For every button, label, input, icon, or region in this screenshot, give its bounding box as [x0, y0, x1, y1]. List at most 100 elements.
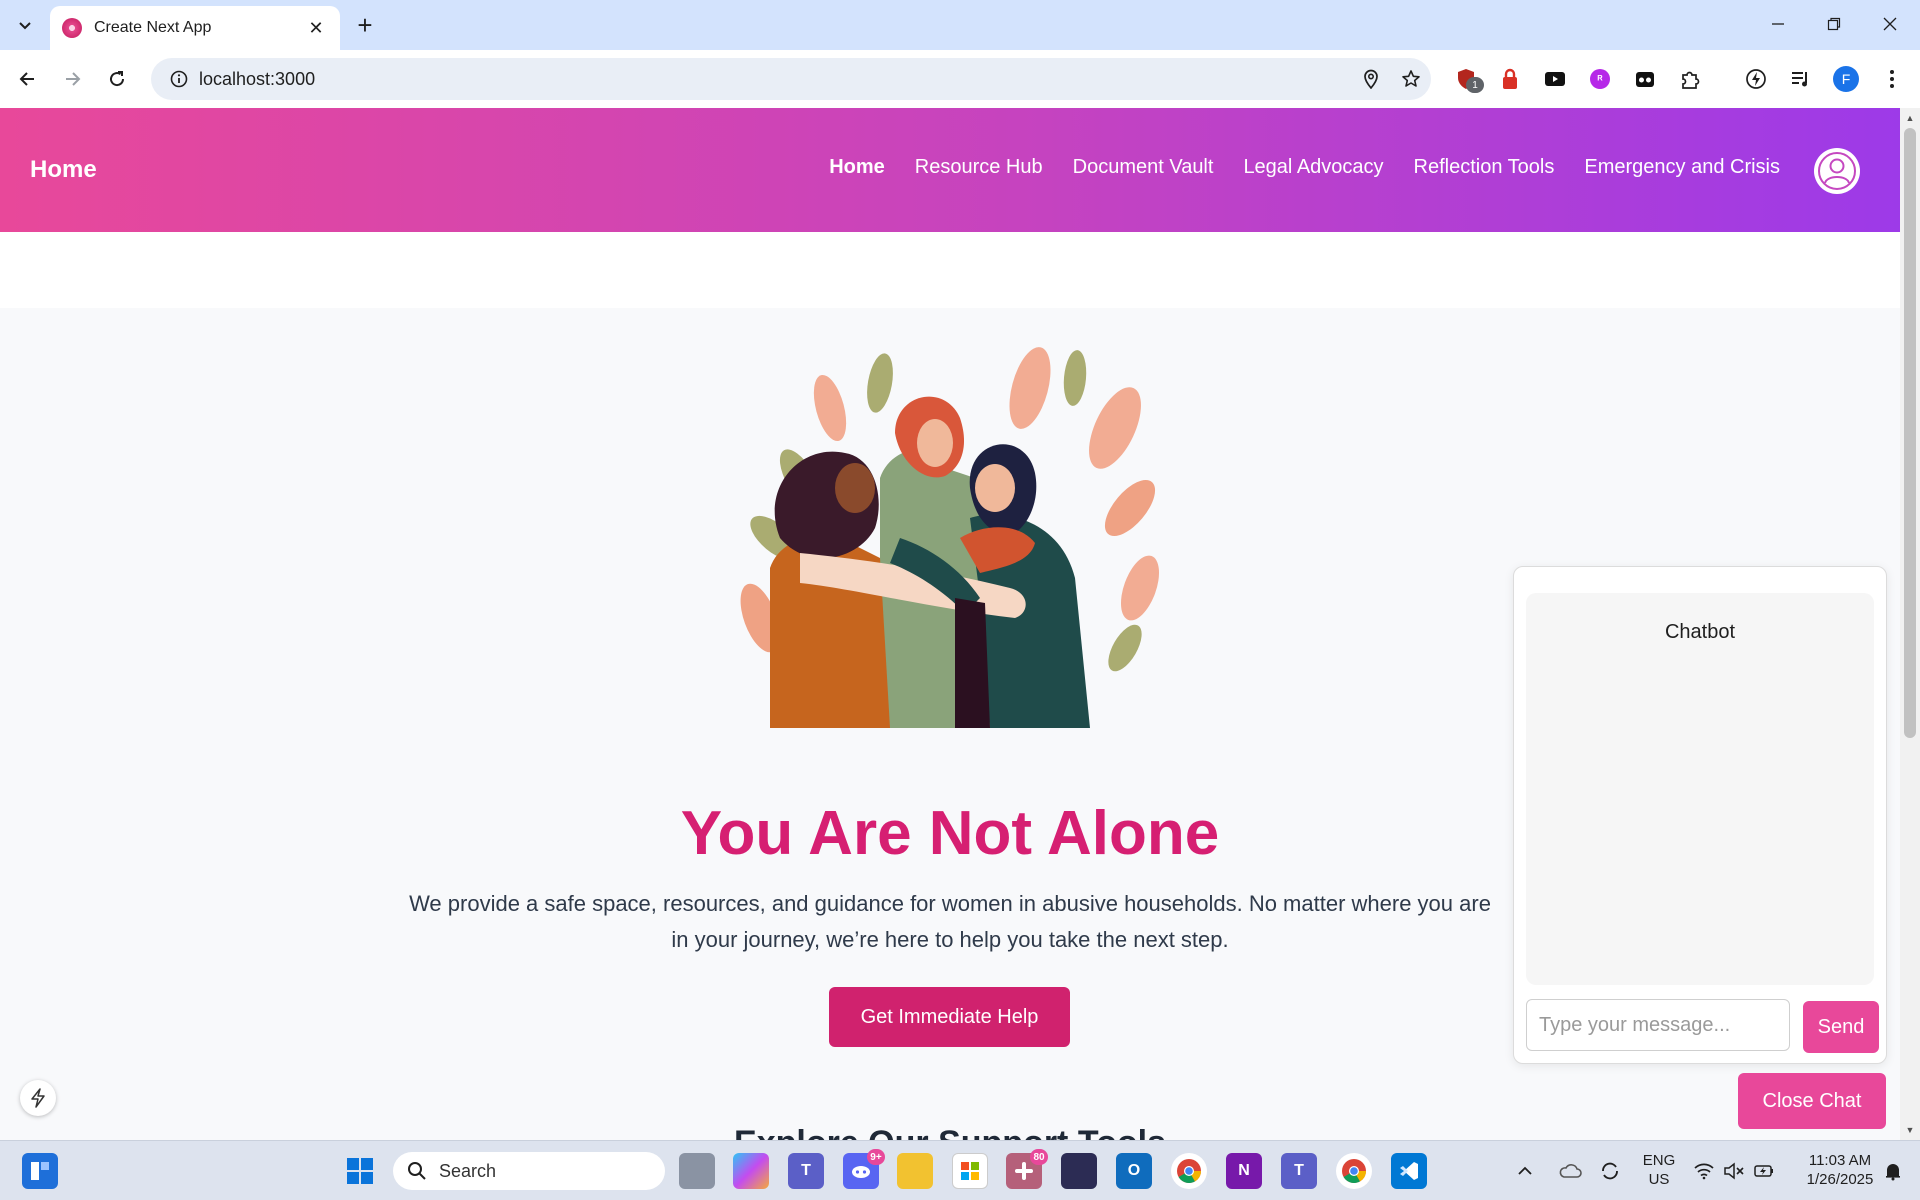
chevron-down-icon [19, 22, 31, 30]
nav-home[interactable]: Home [829, 156, 885, 179]
user-icon [1818, 152, 1856, 190]
chat-message-area: Chatbot [1526, 593, 1874, 985]
clock-time: 11:03 AM [1808, 1152, 1872, 1169]
onenote-icon[interactable]: N [1226, 1153, 1262, 1189]
browser-tabstrip: Create Next App ✕ + [0, 0, 1920, 50]
wifi-icon[interactable] [1690, 1153, 1718, 1189]
shield-extension-icon[interactable]: 1 [1450, 63, 1484, 95]
eclipse-icon[interactable] [1061, 1153, 1097, 1189]
nav-document-vault[interactable]: Document Vault [1073, 156, 1214, 179]
copilot-icon[interactable] [733, 1153, 769, 1189]
chat-message-input[interactable] [1526, 999, 1790, 1051]
tab-close-icon[interactable]: ✕ [304, 16, 328, 40]
header-spacer [0, 232, 1900, 308]
taskbar-search-box[interactable]: Search [393, 1152, 665, 1190]
chatbot-panel: Chatbot Send [1513, 566, 1887, 1064]
svg-text:ᴿ: ᴿ [1597, 74, 1602, 86]
purple-extension-icon[interactable]: ᴿ [1584, 63, 1616, 95]
lightning-bolt-icon [31, 1088, 45, 1108]
site-brand-link[interactable]: Home [30, 156, 97, 184]
discord-badge: 9+ [867, 1149, 885, 1165]
hero-subtitle: We provide a safe space, resources, and … [409, 891, 1491, 952]
discord-icon[interactable]: 9+ [843, 1149, 885, 1189]
address-bar[interactable]: localhost:3000 [151, 58, 1431, 100]
tab-search-button[interactable] [10, 10, 40, 40]
site-header: Home Home Resource Hub Document Vault Le… [0, 108, 1900, 232]
close-icon [1883, 17, 1897, 31]
forward-button[interactable] [56, 62, 90, 96]
hero-illustration-women-hugging [740, 347, 1160, 728]
reload-icon [110, 71, 125, 87]
scrollbar-thumb[interactable] [1904, 128, 1916, 738]
chrome-icon[interactable] [1171, 1153, 1207, 1189]
browser-menu-icon[interactable] [1876, 63, 1908, 95]
nav-legal-advocacy[interactable]: Legal Advocacy [1243, 156, 1383, 179]
site-nav: Home Resource Hub Document Vault Legal A… [829, 156, 1780, 179]
page-viewport: Home Home Resource Hub Document Vault Le… [0, 108, 1900, 1140]
browser-tab-active[interactable]: Create Next App ✕ [50, 6, 340, 50]
site-favicon-icon [62, 18, 82, 38]
reading-mode-icon[interactable] [1629, 63, 1661, 95]
performance-icon[interactable] [1740, 63, 1772, 95]
get-immediate-help-button[interactable]: Get Immediate Help [829, 987, 1070, 1047]
windows-start-icon[interactable] [342, 1153, 378, 1189]
arrow-right-icon [66, 72, 81, 86]
media-control-icon[interactable] [1785, 63, 1817, 95]
taskbar-search-label: Search [439, 1160, 497, 1181]
widgets-icon[interactable] [22, 1153, 58, 1189]
task-view-icon[interactable] [679, 1153, 715, 1189]
chat-send-button[interactable]: Send [1803, 1001, 1879, 1053]
close-chat-button[interactable]: Close Chat [1738, 1073, 1886, 1129]
nav-reflection-tools[interactable]: Reflection Tools [1414, 156, 1555, 179]
scroll-down-icon[interactable]: ▼ [1904, 1124, 1916, 1136]
extensions-puzzle-icon[interactable] [1674, 63, 1706, 95]
page-scrollbar[interactable]: ▲ ▼ [1900, 108, 1920, 1140]
slack-icon[interactable]: 80 [1006, 1149, 1048, 1189]
new-tab-button[interactable]: + [350, 10, 380, 40]
shield-extension-badge: 1 [1466, 77, 1484, 93]
teams-icon[interactable]: T [788, 1153, 824, 1189]
windows-taskbar: Search T 9+ 80 O N T ENG US 11:03 AM 1/2… [0, 1140, 1920, 1200]
browser-toolbar: localhost:3000 1 ᴿ F [0, 50, 1920, 108]
restore-button[interactable] [1806, 0, 1862, 48]
teams-classic-icon[interactable]: T [1281, 1153, 1317, 1189]
site-info-icon[interactable] [159, 58, 199, 100]
location-pin-icon[interactable] [1351, 58, 1391, 100]
tray-overflow-chevron-icon[interactable] [1511, 1153, 1539, 1189]
user-avatar-button[interactable] [1814, 148, 1860, 194]
support-tools-heading: Explore Our Support Tools [0, 1124, 1900, 1140]
profile-button[interactable]: F [1830, 63, 1862, 95]
notification-bell-icon[interactable] [1878, 1153, 1908, 1189]
lock-extension-icon[interactable] [1494, 63, 1526, 95]
slack-badge: 80 [1030, 1149, 1048, 1165]
back-button[interactable] [10, 62, 44, 96]
file-explorer-icon[interactable] [897, 1153, 933, 1189]
close-window-button[interactable] [1862, 0, 1918, 48]
sync-icon[interactable] [1596, 1153, 1624, 1189]
restore-icon [1827, 17, 1841, 31]
volume-muted-icon[interactable] [1720, 1153, 1748, 1189]
region-code: US [1648, 1171, 1670, 1188]
dev-tools-indicator-button[interactable] [20, 1080, 56, 1116]
minimize-icon [1772, 23, 1784, 25]
input-language-indicator[interactable]: ENG US [1640, 1151, 1678, 1189]
nav-resource-hub[interactable]: Resource Hub [915, 156, 1043, 179]
microsoft-store-icon[interactable] [952, 1153, 988, 1189]
search-icon [408, 1162, 426, 1180]
bookmark-star-icon[interactable] [1391, 58, 1431, 100]
minimize-button[interactable] [1750, 0, 1806, 48]
vscode-icon[interactable] [1391, 1153, 1427, 1189]
taskbar-clock[interactable]: 11:03 AM 1/26/2025 [1790, 1151, 1890, 1189]
onedrive-icon[interactable] [1556, 1153, 1584, 1189]
chrome-profile-icon[interactable] [1336, 1153, 1372, 1189]
url-text: localhost:3000 [199, 68, 316, 89]
battery-icon[interactable] [1750, 1153, 1778, 1189]
nav-emergency-and-crisis[interactable]: Emergency and Crisis [1584, 156, 1780, 179]
video-extension-icon[interactable] [1539, 63, 1571, 95]
reload-button[interactable] [100, 62, 134, 96]
chatbot-title: Chatbot [1664, 621, 1736, 643]
tab-title: Create Next App [94, 19, 212, 36]
outlook-icon[interactable]: O [1116, 1153, 1152, 1189]
clock-date: 1/26/2025 [1806, 1171, 1874, 1188]
scroll-up-icon[interactable]: ▲ [1904, 112, 1916, 124]
